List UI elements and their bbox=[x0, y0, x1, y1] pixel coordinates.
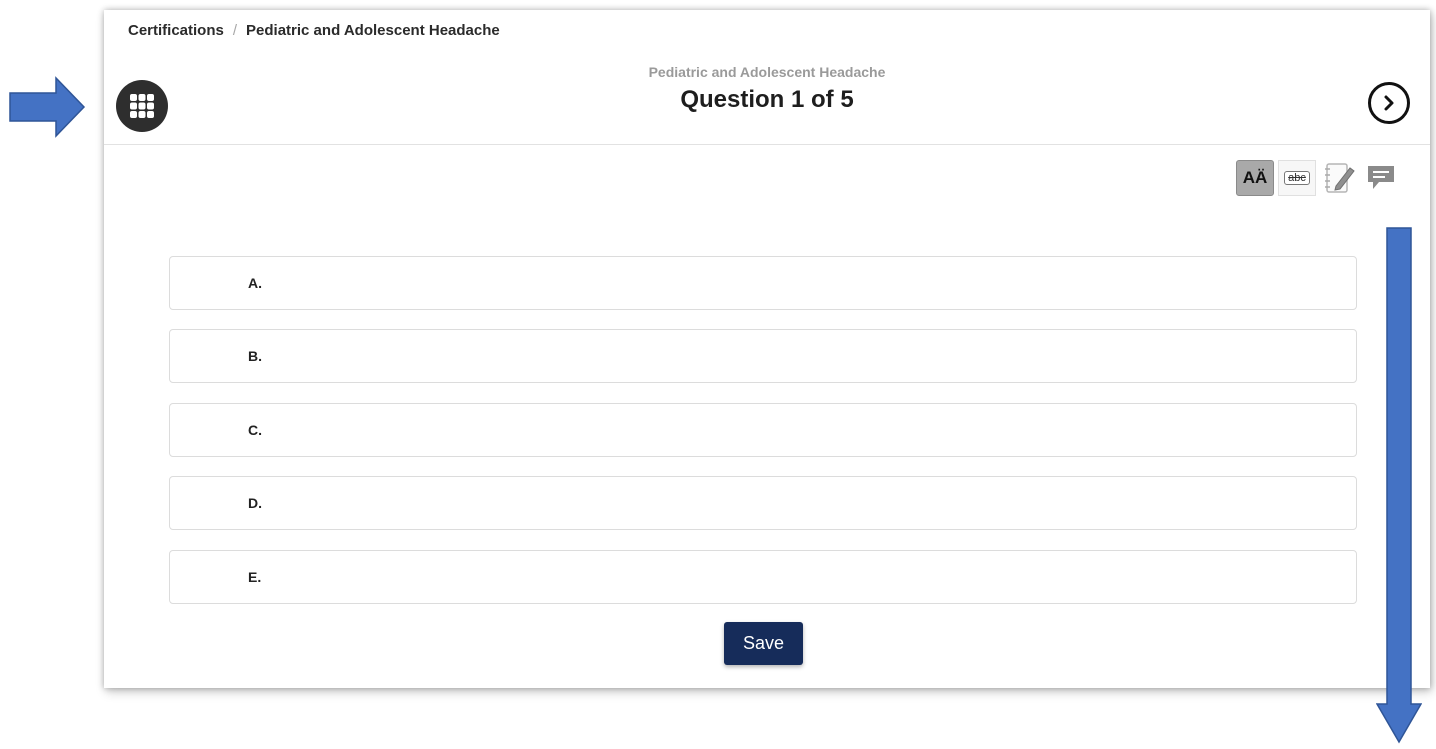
option-letter: C. bbox=[248, 422, 262, 438]
exam-subtitle: Pediatric and Adolescent Headache bbox=[648, 64, 886, 80]
header-divider bbox=[104, 144, 1430, 145]
breadcrumb-root[interactable]: Certifications bbox=[128, 22, 224, 39]
notes-tool-button[interactable] bbox=[1320, 160, 1358, 196]
question-counter-title: Question 1 of 5 bbox=[680, 86, 854, 113]
option-letter: E. bbox=[248, 569, 262, 585]
strikethrough-tool-button[interactable]: abc bbox=[1278, 160, 1316, 196]
question-card: Certifications / Pediatric and Adolescen… bbox=[104, 10, 1430, 688]
breadcrumb-current: Pediatric and Adolescent Headache bbox=[246, 22, 500, 39]
save-button[interactable]: Save bbox=[724, 622, 803, 665]
option-letter: D. bbox=[248, 495, 262, 511]
breadcrumb: Certifications / Pediatric and Adolescen… bbox=[128, 22, 500, 39]
stage: Certifications / Pediatric and Adolescen… bbox=[0, 0, 1436, 749]
answer-option-e[interactable]: E. bbox=[169, 550, 1357, 604]
option-letter: A. bbox=[248, 275, 262, 291]
breadcrumb-separator: / bbox=[232, 22, 238, 39]
answer-option-a[interactable]: A. bbox=[169, 256, 1357, 310]
answer-option-c[interactable]: C. bbox=[169, 403, 1357, 457]
annotation-arrow-right bbox=[9, 76, 86, 138]
notepad-pencil-icon bbox=[1325, 163, 1355, 193]
comment-tool-button[interactable] bbox=[1362, 160, 1400, 196]
option-letter: B. bbox=[248, 348, 262, 364]
annotation-arrow-down bbox=[1376, 227, 1422, 744]
strikethrough-label: abc bbox=[1284, 171, 1310, 185]
answer-option-b[interactable]: B. bbox=[169, 329, 1357, 383]
comment-icon bbox=[1368, 166, 1394, 189]
chevron-right-icon bbox=[1384, 95, 1394, 111]
font-size-tool-button[interactable]: AÄ bbox=[1236, 160, 1274, 196]
answer-option-d[interactable]: D. bbox=[169, 476, 1357, 530]
next-question-button[interactable] bbox=[1368, 82, 1410, 124]
